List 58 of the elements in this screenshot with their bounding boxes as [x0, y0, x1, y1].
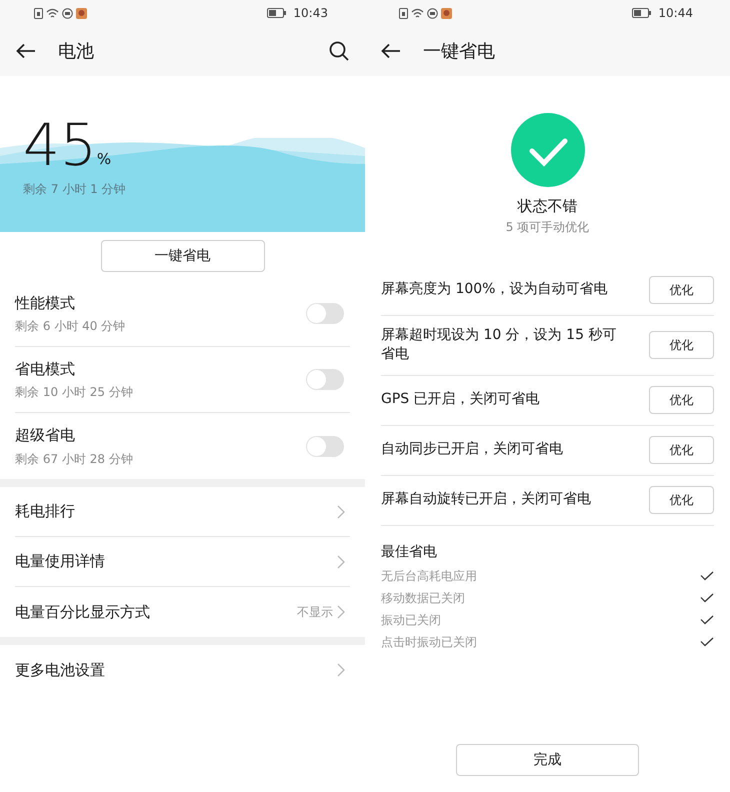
- optimize-button[interactable]: 优化: [649, 331, 714, 360]
- optimize-button[interactable]: 优化: [649, 436, 714, 464]
- optimize-button[interactable]: 优化: [649, 386, 714, 414]
- mode-subtitle: 剩余 67 小时 28 分钟: [15, 450, 134, 468]
- menu-item[interactable]: 耗电排行: [15, 500, 337, 523]
- mode-title: 超级省电: [15, 425, 76, 446]
- back-icon[interactable]: [381, 43, 401, 59]
- wifi-icon: [46, 8, 59, 18]
- page-title: 电池: [58, 40, 95, 64]
- remaining-time: 剩余 7 小时 1 分钟: [23, 181, 126, 198]
- suggestion-text: 屏幕亮度为 100%，设为自动可省电: [381, 280, 608, 300]
- suggestion-text: GPS 已开启，关闭可省电: [381, 390, 541, 410]
- sim-icon: [399, 8, 408, 18]
- page-title: 一键省电: [423, 40, 496, 64]
- suggestion-text: 屏幕自动旋转已开启，关闭可省电: [381, 490, 592, 510]
- setting-value: 不显示: [297, 604, 333, 621]
- mode-title: 省电模式: [15, 358, 76, 380]
- menu-item[interactable]: 更多电池设置: [15, 658, 337, 682]
- suggestion-text: 自动同步已开启，关闭可省电: [381, 440, 564, 460]
- radio-icon: [62, 8, 73, 18]
- status-time: 10:44: [658, 5, 693, 22]
- app-icon: [441, 8, 452, 18]
- status-time: 10:43: [293, 5, 328, 22]
- chevron-right-icon: [337, 663, 345, 677]
- optimized-item-text: 无后台高耗电应用: [381, 568, 478, 585]
- menu-item[interactable]: 电量使用详情: [15, 550, 337, 573]
- one-key-save-button[interactable]: 一键省电: [100, 240, 264, 272]
- success-check-icon: [510, 113, 584, 187]
- status-title: 状态不错: [518, 196, 578, 217]
- battery-percent: 45: [23, 116, 97, 174]
- toggle-switch[interactable]: [306, 369, 344, 390]
- optimized-item-text: 点击时振动已关闭: [381, 634, 478, 651]
- radio-icon: [427, 8, 438, 18]
- chevron-right-icon: [337, 554, 345, 568]
- optimize-button[interactable]: 优化: [649, 486, 714, 514]
- back-icon[interactable]: [16, 43, 36, 59]
- mode-title: 性能模式: [15, 292, 76, 314]
- suggestion-text: 屏幕超时现设为 10 分，设为 15 秒可省电: [381, 326, 618, 364]
- battery-icon: [267, 8, 288, 18]
- app-icon: [76, 8, 87, 18]
- toggle-switch[interactable]: [306, 436, 344, 456]
- toggle-switch[interactable]: [306, 303, 344, 324]
- mode-subtitle: 剩余 10 小时 25 分钟: [15, 384, 134, 402]
- mode-subtitle: 剩余 6 小时 40 分钟: [15, 318, 126, 336]
- optimized-item-text: 移动数据已关闭: [381, 590, 466, 607]
- wifi-icon: [411, 8, 424, 18]
- sim-icon: [34, 8, 43, 18]
- section-title: 最佳省电: [381, 542, 438, 562]
- percent-sign: %: [96, 148, 112, 170]
- battery-icon: [632, 8, 652, 18]
- search-icon[interactable]: [329, 41, 349, 61]
- optimize-button[interactable]: 优化: [649, 276, 714, 304]
- chevron-right-icon: [337, 504, 345, 518]
- status-subtitle: 5 项可手动优化: [506, 218, 590, 236]
- menu-item[interactable]: 电量百分比显示方式: [15, 600, 297, 624]
- chevron-right-icon: [337, 605, 345, 619]
- optimized-item-text: 振动已关闭: [381, 612, 442, 629]
- done-button[interactable]: 完成: [456, 744, 639, 776]
